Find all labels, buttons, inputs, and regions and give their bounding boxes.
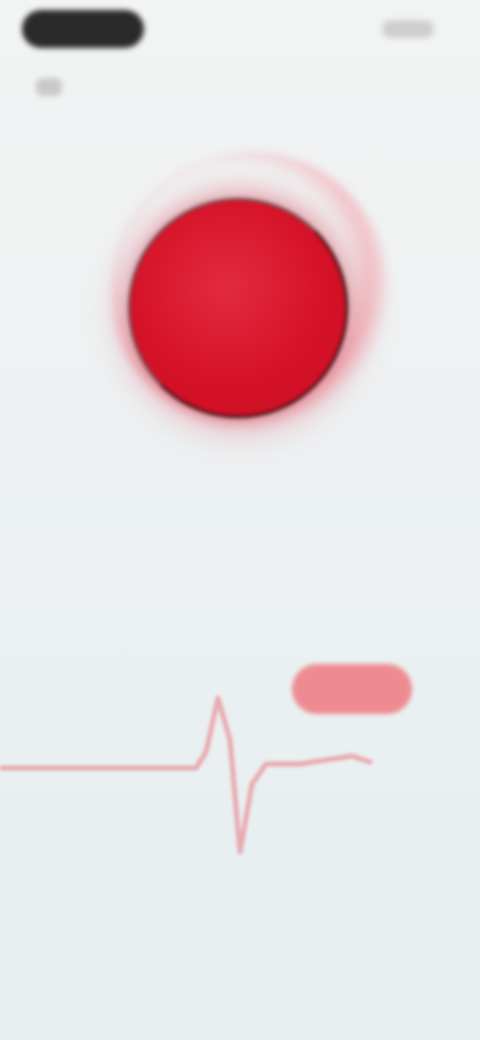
heartbeat-waveform-icon: [0, 695, 373, 855]
sos-button[interactable]: [128, 198, 348, 418]
caption-text: [212, 482, 268, 500]
back-icon[interactable]: [36, 78, 62, 96]
status-icons: [382, 20, 434, 38]
waveform-line: [0, 695, 373, 855]
status-time: [22, 10, 144, 48]
